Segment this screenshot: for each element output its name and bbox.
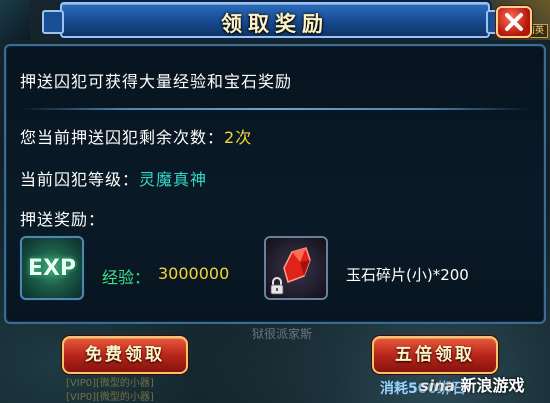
exp-icon-text: EXP [27, 255, 77, 281]
level-label: 当前囚犯等级： [20, 170, 140, 189]
rewards-heading: 押送奖励： [20, 210, 106, 229]
background-log-line: [VIP0][微型的小器] [66, 392, 154, 403]
description-text: 押送囚犯可获得大量经验和宝石奖励 [20, 72, 293, 91]
close-icon [505, 13, 523, 31]
gem-label: 玉石碎片(小)*200 [346, 266, 469, 284]
background-log-line: [VIP0][微型的小器] [66, 378, 154, 389]
free-claim-button[interactable]: 免费领取 [62, 336, 188, 374]
dialog-title: 领取奖励 [221, 12, 329, 36]
gem-fragment-icon[interactable] [264, 236, 328, 300]
close-button[interactable] [496, 6, 532, 38]
watermark-brand: sina [420, 377, 455, 395]
divider [20, 108, 530, 110]
exp-icon: EXP [20, 236, 84, 300]
dialog-title-bar: 领取奖励 [42, 2, 508, 38]
reward-panel: 押送囚犯可获得大量经验和宝石奖励 您当前押送囚犯剩余次数：2次 当前囚犯等级：灵… [4, 44, 546, 324]
remaining-row: 您当前押送囚犯剩余次数：2次 [20, 124, 252, 148]
exp-label: 经验： [102, 268, 151, 287]
background-npc-name: 狱很派家斯 [252, 327, 313, 341]
level-value: 灵魔真神 [139, 170, 208, 189]
level-row: 当前囚犯等级：灵魔真神 [20, 166, 207, 190]
lock-icon [270, 277, 284, 295]
sina-watermark: sina 新浪游戏 [420, 372, 524, 396]
remaining-label: 您当前押送囚犯剩余次数： [20, 128, 225, 147]
watermark-text: 新浪游戏 [460, 376, 525, 395]
remaining-value: 2次 [224, 128, 253, 147]
background-ornament-left [0, 0, 30, 40]
five-times-claim-button[interactable]: 五倍领取 [372, 336, 498, 374]
exp-value: 3000000 [158, 264, 230, 283]
